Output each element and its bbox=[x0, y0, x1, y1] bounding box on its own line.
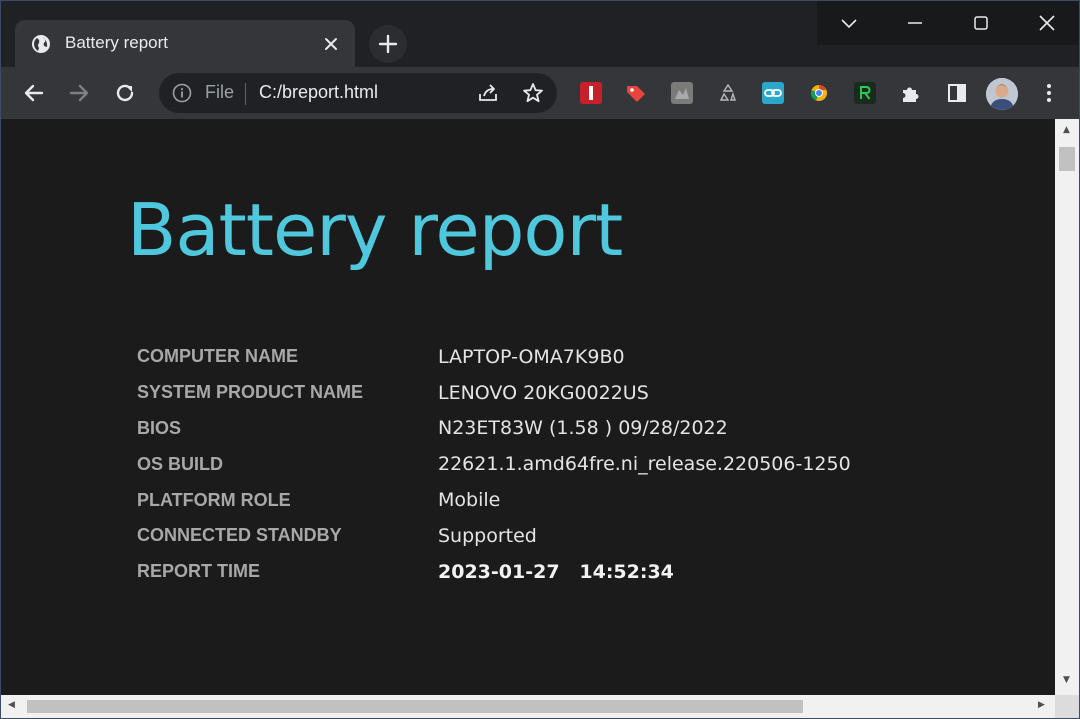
info-icon[interactable] bbox=[172, 83, 192, 103]
vertical-scrollbar[interactable]: ▲ ▼ bbox=[1055, 119, 1079, 695]
horizontal-scrollbar[interactable]: ◀ ▶ bbox=[1, 695, 1055, 718]
close-icon[interactable] bbox=[321, 34, 341, 54]
address-bar[interactable]: File C:/breport.html bbox=[159, 73, 557, 113]
plus-icon bbox=[378, 34, 398, 54]
maximize-icon bbox=[974, 16, 988, 30]
table-row: REPORT TIME 2023-01-27 14:52:34 bbox=[137, 554, 851, 590]
page-content: Battery report COMPUTER NAME LAPTOP-OMA7… bbox=[1, 119, 1055, 695]
chevron-down-icon bbox=[841, 19, 857, 29]
system-info-table: COMPUTER NAME LAPTOP-OMA7K9B0 SYSTEM PRO… bbox=[137, 339, 851, 590]
extension-link-icon[interactable] bbox=[762, 82, 784, 104]
scrollbar-corner bbox=[1055, 695, 1079, 718]
scroll-up-icon[interactable]: ▲ bbox=[1063, 125, 1070, 135]
row-label: CONNECTED STANDBY bbox=[137, 525, 342, 546]
new-tab-button[interactable] bbox=[369, 25, 407, 63]
menu-button[interactable] bbox=[1035, 79, 1063, 107]
vertical-scroll-thumb[interactable] bbox=[1059, 147, 1075, 171]
window-close-button[interactable] bbox=[1015, 1, 1079, 45]
scroll-left-icon[interactable]: ◀ bbox=[8, 700, 15, 710]
minimize-icon bbox=[908, 22, 922, 24]
row-label: OS BUILD bbox=[137, 453, 224, 474]
star-icon[interactable] bbox=[521, 81, 545, 105]
globe-icon bbox=[31, 34, 51, 54]
side-panel-icon bbox=[948, 84, 966, 102]
extension-r-icon[interactable] bbox=[854, 82, 876, 104]
scroll-right-icon[interactable]: ▶ bbox=[1038, 700, 1045, 710]
extension-tag-icon[interactable] bbox=[625, 82, 647, 104]
reload-icon bbox=[116, 84, 134, 102]
row-value: Supported bbox=[438, 524, 537, 547]
page-title: Battery report bbox=[127, 188, 623, 272]
tab-title: Battery report bbox=[65, 33, 168, 52]
tab-battery-report[interactable]: Battery report bbox=[15, 20, 355, 67]
maximize-button[interactable] bbox=[949, 1, 1013, 45]
row-value: 2023-01-27 14:52:34 bbox=[438, 560, 674, 583]
horizontal-scroll-thumb[interactable] bbox=[27, 700, 803, 713]
table-row: PLATFORM ROLE Mobile bbox=[137, 482, 851, 518]
back-button[interactable] bbox=[20, 79, 48, 107]
url-text[interactable]: C:/breport.html bbox=[259, 82, 378, 103]
scroll-down-icon[interactable]: ▼ bbox=[1063, 675, 1070, 685]
minimize-button[interactable] bbox=[883, 1, 947, 45]
tab-search-button[interactable] bbox=[817, 1, 881, 45]
extension-recycle-icon[interactable] bbox=[717, 82, 739, 104]
tab-strip: Battery report bbox=[1, 1, 1079, 67]
row-value: N23ET83W (1.58 ) 09/28/2022 bbox=[438, 417, 728, 440]
row-label: COMPUTER NAME bbox=[137, 346, 298, 367]
toolbar: File C:/breport.html bbox=[1, 67, 1079, 119]
table-row: BIOS N23ET83W (1.58 ) 09/28/2022 bbox=[137, 411, 851, 447]
reload-button[interactable] bbox=[111, 79, 139, 107]
table-row: SYSTEM PRODUCT NAME LENOVO 20KG0022US bbox=[137, 375, 851, 411]
table-row: OS BUILD 22621.1.amd64fre.ni_release.220… bbox=[137, 446, 851, 482]
extension-red-bookmark-icon[interactable] bbox=[580, 82, 602, 104]
table-row: CONNECTED STANDBY Supported bbox=[137, 518, 851, 554]
row-value: Mobile bbox=[438, 489, 501, 512]
arrow-left-icon bbox=[24, 84, 44, 102]
arrow-right-icon bbox=[69, 84, 89, 102]
browser-window: Battery report File C:/breport.html Batt… bbox=[0, 0, 1080, 719]
forward-button[interactable] bbox=[65, 79, 93, 107]
puzzle-icon bbox=[903, 87, 919, 102]
row-label: BIOS bbox=[137, 417, 182, 438]
scheme-label: File bbox=[205, 82, 235, 102]
omnibox-divider bbox=[245, 83, 246, 105]
extension-chrome-icon[interactable] bbox=[808, 82, 830, 104]
side-panel-button[interactable] bbox=[943, 79, 971, 107]
row-value: LENOVO 20KG0022US bbox=[438, 381, 649, 404]
avatar[interactable] bbox=[986, 78, 1018, 110]
row-label: SYSTEM PRODUCT NAME bbox=[137, 382, 364, 403]
table-row: COMPUTER NAME LAPTOP-OMA7K9B0 bbox=[137, 339, 851, 375]
extensions-button[interactable] bbox=[897, 79, 925, 107]
row-value: 22621.1.amd64fre.ni_release.220506-1250 bbox=[438, 453, 851, 476]
close-icon bbox=[1039, 15, 1055, 31]
more-vertical-icon bbox=[1047, 84, 1051, 102]
row-label: PLATFORM ROLE bbox=[137, 489, 291, 510]
share-icon[interactable] bbox=[477, 82, 499, 104]
row-label: REPORT TIME bbox=[137, 561, 261, 582]
row-value: LAPTOP-OMA7K9B0 bbox=[438, 345, 625, 368]
extension-gray-icon[interactable] bbox=[671, 82, 693, 104]
